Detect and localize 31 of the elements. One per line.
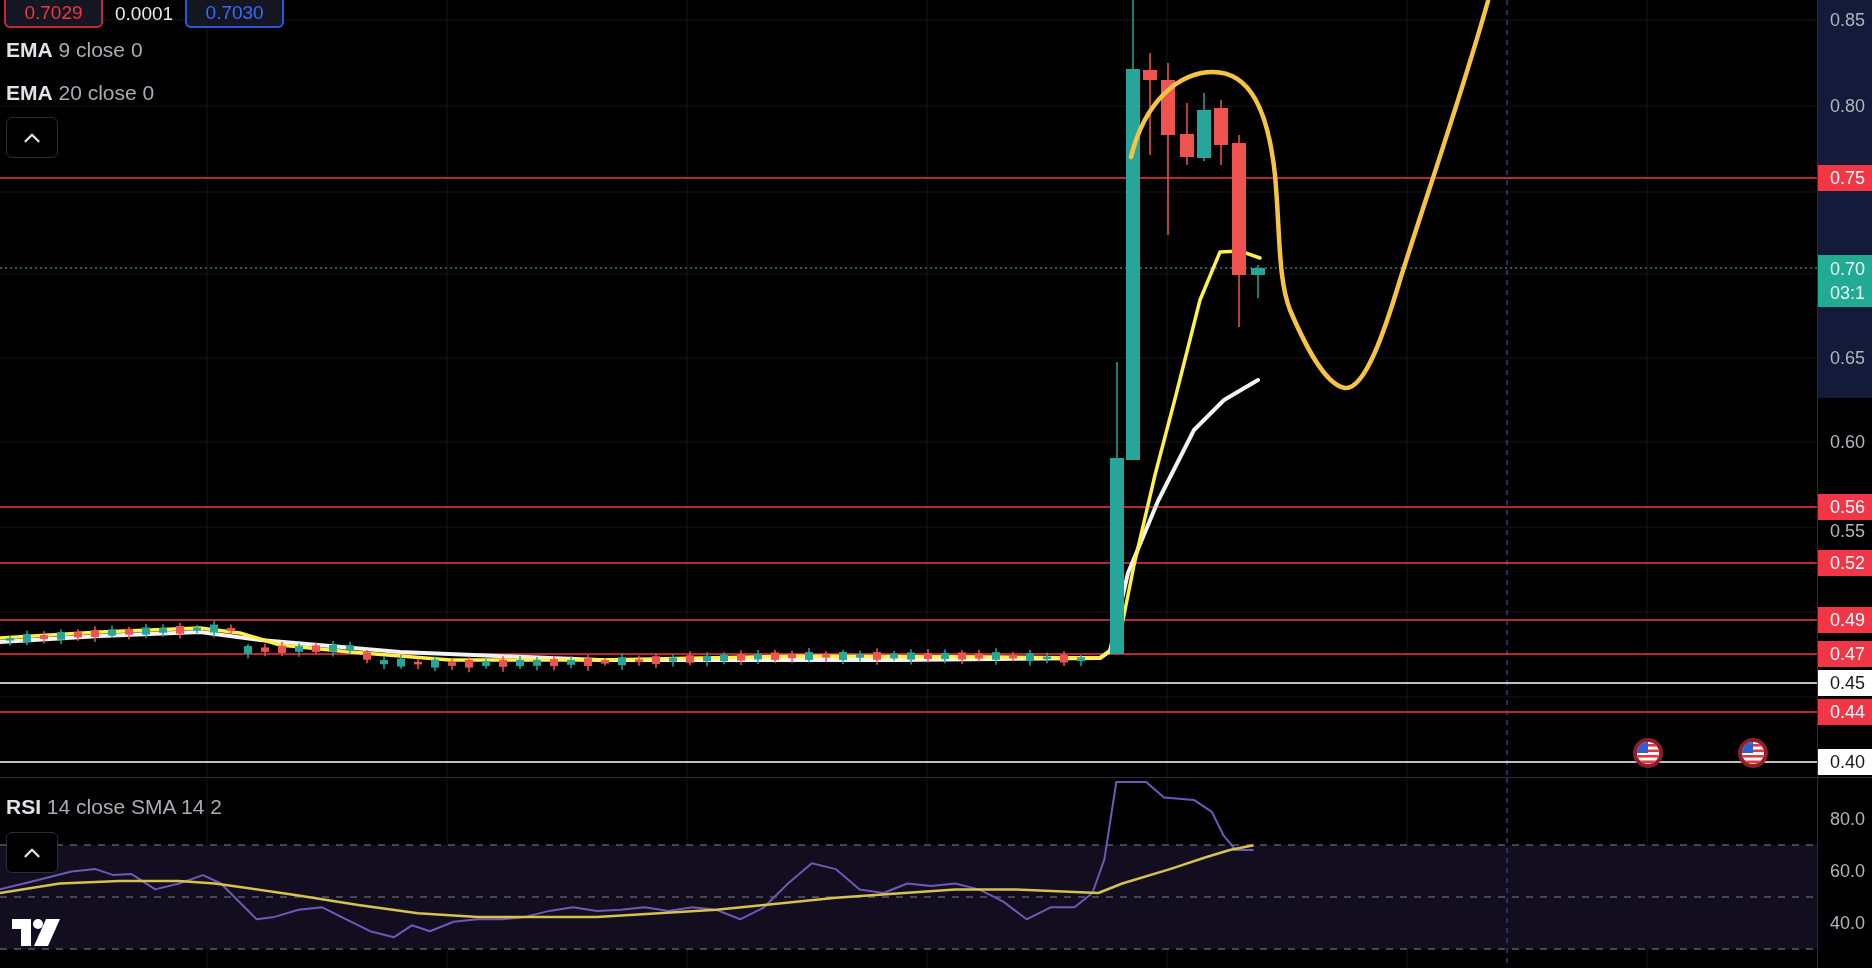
countdown-timer: 03:1 — [1830, 282, 1866, 305]
logo-icon[interactable] — [12, 919, 60, 946]
indicator-legend: EMA 20 close 0 — [6, 71, 155, 114]
price-tick-label: 0.65 — [1830, 347, 1866, 369]
rsi-tick-label: 60.0 — [1830, 860, 1866, 882]
price-tick-label: 0.80 — [1830, 95, 1866, 117]
price-level-line[interactable] — [0, 653, 1817, 655]
price-tick-label: 0.55 — [1830, 520, 1866, 542]
price-level-tag: 0.45 — [1818, 670, 1872, 696]
price-level-tag: 0.49 — [1818, 607, 1872, 633]
indicator-legend: RSI 14 close SMA 14 2 — [6, 794, 222, 820]
flag-icon[interactable] — [1633, 738, 1663, 768]
price-level-tag: 0.40 — [1818, 749, 1872, 775]
collapse-button[interactable] — [6, 832, 58, 873]
price-tick-label: 0.85 — [1830, 9, 1866, 31]
spread-value: 0.0001 — [115, 2, 174, 26]
price-level-tag: 0.75 — [1818, 165, 1872, 191]
rsi-tick-label: 80.0 — [1830, 808, 1866, 830]
price-level-tag: 0.44 — [1818, 699, 1872, 725]
buy-button[interactable]: 0.7030 — [185, 0, 285, 28]
price-level-tag: 0.52 — [1818, 550, 1872, 576]
hand-drawn-curve[interactable] — [1128, 0, 1491, 391]
price-level-tag: 0.56 — [1818, 494, 1872, 520]
price-tick-label: 0.60 — [1830, 431, 1866, 453]
collapse-button[interactable] — [6, 117, 58, 158]
sell-button[interactable]: 0.7029 — [4, 0, 103, 28]
rsi-tick-label: 40.0 — [1830, 912, 1866, 934]
flag-icon[interactable] — [1738, 738, 1768, 768]
price-level-tag: 0.47 — [1818, 641, 1872, 667]
indicator-legend: EMA 9 close 0 — [6, 28, 143, 71]
current-price-value: 0.70 — [1830, 258, 1866, 281]
